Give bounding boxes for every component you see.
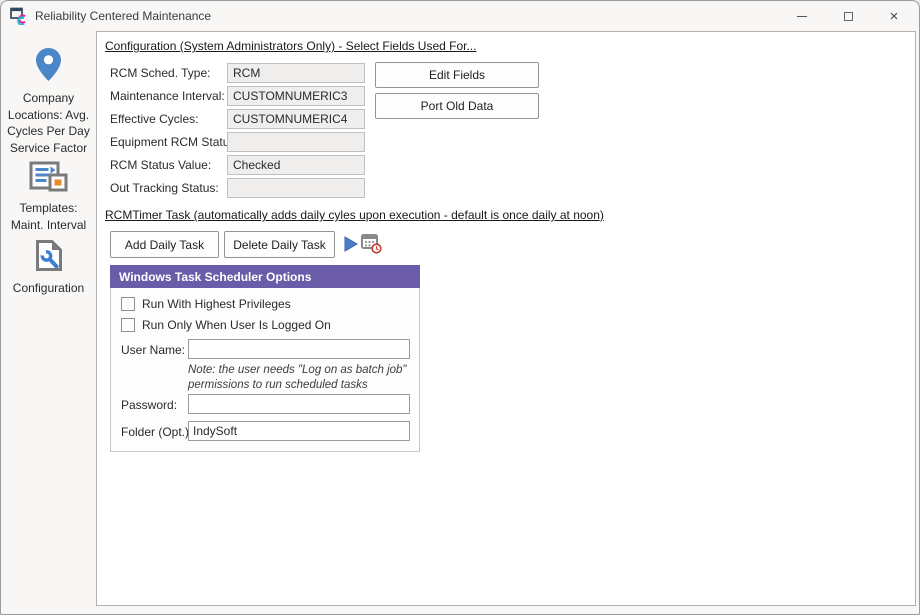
maintenance-interval-label: Maintenance Interval: [110, 89, 225, 103]
batch-job-note: Note: the user needs "Log on as batch jo… [188, 363, 428, 393]
sidebar-item-company-locations[interactable]: Company Locations: Avg. Cycles Per Day S… [1, 47, 96, 156]
password-input[interactable] [188, 394, 410, 414]
minimize-icon [797, 16, 807, 17]
configuration-icon [35, 239, 63, 277]
run-highest-privileges-label[interactable]: Run With Highest Privileges [142, 297, 291, 311]
title-bar: Reliability Centered Maintenance × [1, 1, 919, 31]
sidebar-item-label: Company Locations: Avg. Cycles Per Day S… [1, 90, 96, 156]
rcm-status-value-label: RCM Status Value: [110, 158, 211, 172]
main-content-panel: Configuration (System Administrators Onl… [96, 31, 916, 606]
rcmtimer-section-header-link[interactable]: RCMTimer Task (automatically adds daily … [105, 208, 604, 222]
out-tracking-status-field[interactable] [227, 178, 365, 198]
maximize-icon [844, 12, 853, 21]
templates-icon [29, 161, 69, 197]
indysoft-app-icon [10, 7, 27, 25]
app-window: Reliability Centered Maintenance × Compa… [0, 0, 920, 615]
sidebar-item-templates[interactable]: Templates: Maint. Interval [1, 161, 96, 233]
task-scheduler-calendar-icon[interactable] [361, 233, 382, 259]
equipment-rcm-status-field[interactable] [227, 132, 365, 152]
edit-fields-button[interactable]: Edit Fields [375, 62, 539, 88]
rcm-sched-type-label: RCM Sched. Type: [110, 66, 211, 80]
window-controls: × [779, 1, 917, 31]
delete-daily-task-button[interactable]: Delete Daily Task [224, 231, 335, 258]
minimize-button[interactable] [779, 1, 825, 31]
run-only-logged-on-label[interactable]: Run Only When User Is Logged On [142, 318, 331, 332]
password-label: Password: [121, 398, 177, 412]
user-name-label: User Name: [121, 343, 185, 357]
user-name-input[interactable] [188, 339, 410, 359]
close-button[interactable]: × [871, 1, 917, 31]
run-highest-privileges-checkbox[interactable] [121, 297, 135, 311]
play-icon[interactable] [344, 236, 358, 257]
close-icon: × [890, 9, 899, 24]
port-old-data-button[interactable]: Port Old Data [375, 93, 539, 119]
sidebar-item-label: Templates: Maint. Interval [1, 200, 96, 233]
folder-label: Folder (Opt.): [121, 425, 192, 439]
location-pin-icon [35, 47, 62, 87]
effective-cycles-field[interactable] [227, 109, 365, 129]
maintenance-interval-field[interactable] [227, 86, 365, 106]
add-daily-task-button[interactable]: Add Daily Task [110, 231, 219, 258]
sidebar-item-configuration[interactable]: Configuration [1, 239, 96, 297]
maximize-button[interactable] [825, 1, 871, 31]
run-only-logged-on-checkbox[interactable] [121, 318, 135, 332]
out-tracking-status-label: Out Tracking Status: [110, 181, 219, 195]
rcm-status-value-field[interactable] [227, 155, 365, 175]
effective-cycles-label: Effective Cycles: [110, 112, 198, 126]
windows-task-scheduler-panel: Windows Task Scheduler Options Run With … [110, 265, 420, 452]
folder-input[interactable] [188, 421, 410, 441]
config-section-header-link[interactable]: Configuration (System Administrators Onl… [105, 39, 476, 53]
scheduler-panel-title: Windows Task Scheduler Options [110, 265, 420, 288]
equipment-rcm-status-label: Equipment RCM Status [110, 135, 235, 149]
sidebar-item-label: Configuration [1, 280, 96, 297]
window-title: Reliability Centered Maintenance [35, 9, 211, 23]
rcm-sched-type-field[interactable] [227, 63, 365, 83]
